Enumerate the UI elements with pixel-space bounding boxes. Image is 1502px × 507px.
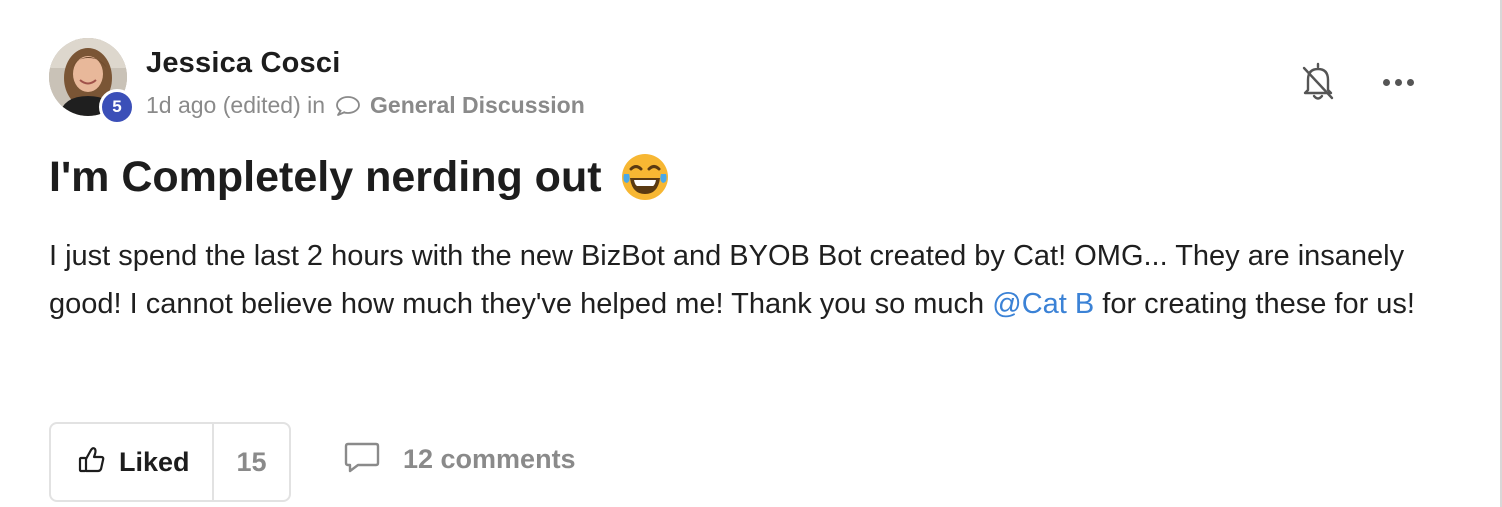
post-meta: 1d ago (edited) in General Discussion (146, 92, 585, 119)
more-horizontal-icon[interactable] (1378, 70, 1418, 94)
comments-label: 12 comments (403, 444, 576, 474)
comment-icon (343, 440, 381, 479)
like-count[interactable]: 15 (214, 424, 289, 500)
like-label: Liked (119, 446, 190, 477)
post-card: 5 Jessica Cosci 1d ago (edited) in Gener… (0, 0, 1502, 507)
post-title: I'm Completely nerding out (49, 152, 670, 202)
author-avatar-group[interactable]: 5 (49, 38, 135, 125)
bell-off-icon[interactable] (1300, 60, 1336, 104)
level-badge: 5 (99, 89, 135, 125)
mention-link[interactable]: @Cat B (992, 288, 1094, 320)
author-name[interactable]: Jessica Cosci (146, 47, 340, 80)
post-body: I just spend the last 2 hours with the n… (49, 232, 1419, 328)
thumbs-up-icon (77, 445, 107, 480)
chat-bubble-icon (335, 95, 361, 117)
like-control: Liked 15 (49, 422, 291, 502)
like-button[interactable]: Liked (51, 424, 214, 500)
laughing-tears-emoji-icon (620, 152, 670, 202)
post-title-text: I'm Completely nerding out (49, 152, 602, 201)
post-time: 1d ago (edited) in (146, 92, 326, 118)
category-link[interactable]: General Discussion (370, 92, 585, 119)
comments-button[interactable]: 12 comments (343, 440, 576, 479)
post-body-text-end: for creating these for us! (1094, 288, 1415, 320)
